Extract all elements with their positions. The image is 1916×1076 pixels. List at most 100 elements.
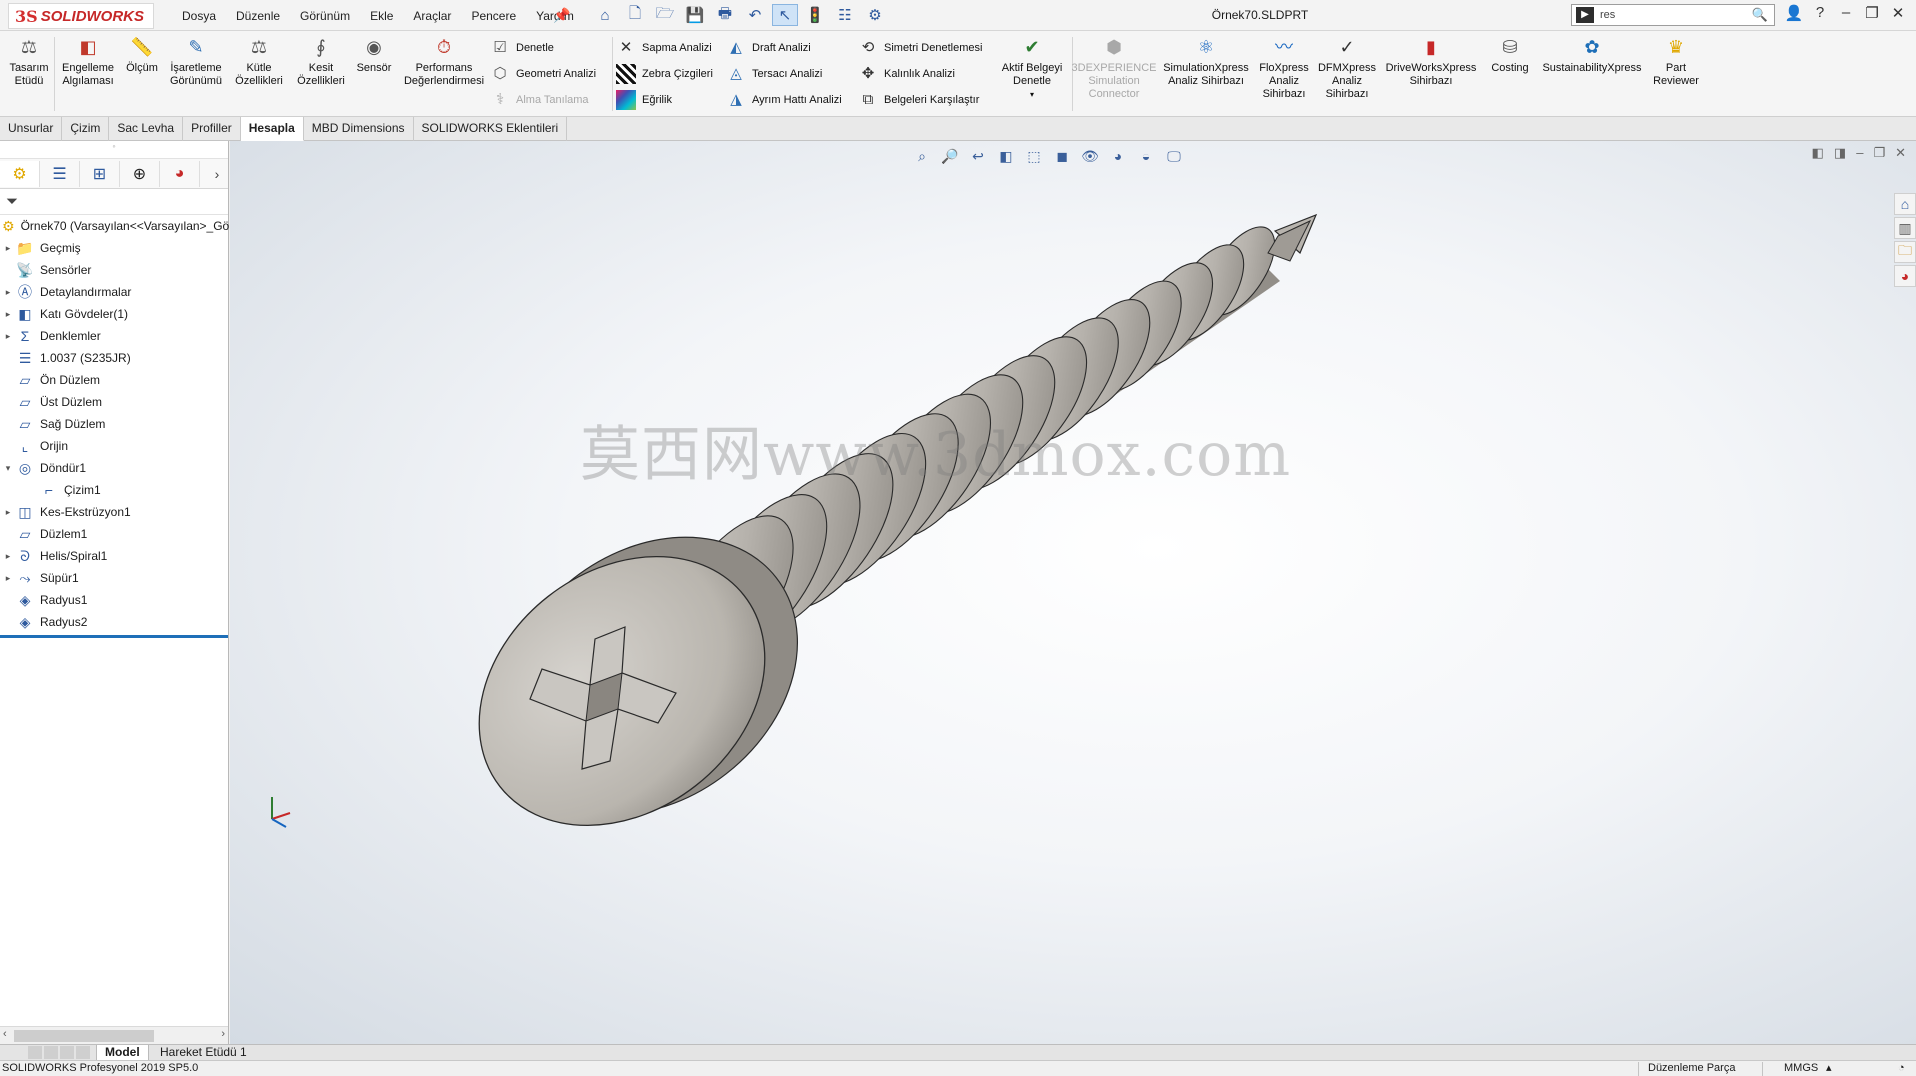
scroll-right-icon[interactable]: › xyxy=(221,1028,225,1040)
expand-arrow-icon[interactable]: ▸ xyxy=(0,551,16,562)
geometri-analizi-button[interactable]: ⬡ Geometri Analizi xyxy=(490,63,596,85)
tab-cizim[interactable]: Çizim xyxy=(62,117,110,141)
ayrim-hatti-button[interactable]: ◮ Ayrım Hattı Analizi xyxy=(726,89,841,111)
pin-menu-icon[interactable]: 📌 xyxy=(553,7,570,24)
tree-item[interactable]: ◈ Radyus2 xyxy=(0,611,228,633)
minimize-icon[interactable]: – xyxy=(1836,4,1856,22)
first-tab-icon[interactable] xyxy=(28,1046,42,1059)
sustainabilityxpress-button[interactable]: ✿ SustainabilityXpress xyxy=(1540,35,1644,113)
select-cursor-icon[interactable]: ↖ xyxy=(772,4,798,26)
tree-item[interactable]: ▸ Ⓐ Detaylandırmalar xyxy=(0,281,228,303)
featuremanager-tab-icon[interactable]: ⚙ xyxy=(0,160,40,187)
expand-arrow-icon[interactable]: ▾ xyxy=(0,463,16,474)
engelleme-button[interactable]: ◧ Engelleme Algılaması xyxy=(58,35,118,113)
tab-profiller[interactable]: Profiller xyxy=(183,117,241,141)
file-properties-icon[interactable]: ☷ xyxy=(832,4,858,26)
dropdown-arrow-icon[interactable]: ▾ xyxy=(1030,88,1034,101)
sensor-button[interactable]: ◉ Sensör xyxy=(352,35,396,113)
aktif-belgeyi-denetle-button[interactable]: ✔ Aktif Belgeyi Denetle ▾ xyxy=(996,35,1068,113)
magnifier-icon[interactable]: 🔍 xyxy=(1752,7,1768,23)
options-gear-icon[interactable]: ⚙ xyxy=(862,4,888,26)
tasarim-etudu-button[interactable]: ⚖ Tasarım Etüdü xyxy=(8,35,50,113)
expand-arrow-icon[interactable]: ▸ xyxy=(0,573,16,584)
previous-tab-icon[interactable] xyxy=(44,1046,58,1059)
tree-item[interactable]: ▸ 📁 Geçmiş xyxy=(0,237,228,259)
reference-triad[interactable] xyxy=(260,791,300,831)
expand-arrow-icon[interactable]: ▸ xyxy=(0,287,16,298)
menu-ekle[interactable]: Ekle xyxy=(360,9,403,23)
unit-system[interactable]: MMGS xyxy=(1784,1061,1818,1076)
tree-item[interactable]: ☰ 1.0037 (S235JR) xyxy=(0,347,228,369)
tree-item[interactable]: ▸ ᘐ Helis/Spiral1 xyxy=(0,545,228,567)
costing-button[interactable]: ⛁ Costing xyxy=(1482,35,1538,113)
3dexperience-button[interactable]: ⬢ 3DEXPERIENCE Simulation Connector xyxy=(1072,35,1157,113)
tree-item[interactable]: ▸ Σ Denklemler xyxy=(0,325,228,347)
tab-solidworks-eklentileri[interactable]: SOLIDWORKS Eklentileri xyxy=(414,117,568,141)
screw-model[interactable] xyxy=(230,141,1916,1044)
rollback-bar[interactable] xyxy=(0,635,228,638)
unit-menu-icon[interactable]: ▴ xyxy=(1826,1061,1832,1076)
home-icon[interactable]: ⌂ xyxy=(592,4,618,26)
sapma-analizi-button[interactable]: ✕ Sapma Analizi xyxy=(616,37,712,59)
floxpress-button[interactable]: 〰 FloXpress Analiz Sihirbazı xyxy=(1256,35,1312,113)
tree-item[interactable]: ▱ Sağ Düzlem xyxy=(0,413,228,435)
menu-araclar[interactable]: Araçlar xyxy=(403,9,461,23)
displaymanager-tab-icon[interactable]: ◕ xyxy=(160,160,200,187)
propertymanager-tab-icon[interactable]: ☰ xyxy=(40,160,80,187)
tab-mbd-dimensions[interactable]: MBD Dimensions xyxy=(304,117,414,141)
belgeleri-karsilastir-button[interactable]: ⧉ Belgeleri Karşılaştır xyxy=(858,89,980,111)
user-icon[interactable]: 👤 xyxy=(1784,4,1804,22)
solidworks-logo[interactable]: 3S SOLIDWORKS xyxy=(8,3,154,29)
chevron-right-icon[interactable]: › xyxy=(206,166,228,182)
panel-horizontal-scrollbar[interactable]: ‹ › xyxy=(0,1026,228,1044)
save-icon[interactable]: 💾 xyxy=(682,4,708,26)
tree-item[interactable]: ⌐ Çizim1 xyxy=(0,479,228,501)
tree-item[interactable]: ▸ ⤳ Süpür1 xyxy=(0,567,228,589)
scroll-left-icon[interactable]: ‹ xyxy=(3,1028,7,1040)
undo-icon[interactable]: ↶ xyxy=(742,4,768,26)
menu-pencere[interactable]: Pencere xyxy=(461,9,526,23)
olcum-button[interactable]: 📏 Ölçüm xyxy=(122,35,162,113)
denetle-button[interactable]: ☑ Denetle xyxy=(490,37,554,59)
tab-hareket-etudu[interactable]: Hareket Etüdü 1 xyxy=(152,1045,255,1061)
expand-arrow-icon[interactable]: ▸ xyxy=(0,243,16,254)
configurationmanager-tab-icon[interactable]: ⊞ xyxy=(80,160,120,187)
kutle-button[interactable]: ⚖ Kütle Özellikleri xyxy=(230,35,288,113)
graphics-viewport[interactable]: ⌕ 🔎 ↩ ◧ ⬚ ◼ 👁 ◕ ◒ 🖵 ◧ ◨ – ❐ ✕ ⌂ ▥ 🗀 ◕ 莫西… xyxy=(230,141,1916,1044)
zebra-cizgileri-button[interactable]: Zebra Çizgileri xyxy=(616,63,713,85)
kalinlik-analizi-button[interactable]: ✥ Kalınlık Analizi xyxy=(858,63,955,85)
tree-item[interactable]: ⌞ Orijin xyxy=(0,435,228,457)
kesit-button[interactable]: ∮ Kesit Özellikleri xyxy=(292,35,350,113)
performans-button[interactable]: ⏱ Performans Değerlendirmesi xyxy=(398,35,490,113)
new-document-icon[interactable]: 🗋 xyxy=(622,4,648,26)
help-icon[interactable]: ? xyxy=(1810,4,1830,22)
tree-item[interactable]: 📡 Sensörler xyxy=(0,259,228,281)
tersaci-analizi-button[interactable]: ◬ Tersacı Analizi xyxy=(726,63,822,85)
search-box[interactable]: ▶ 🔍 xyxy=(1571,4,1775,26)
scroll-thumb[interactable] xyxy=(14,1030,154,1042)
egrilik-button[interactable]: Eğrilik xyxy=(616,89,672,111)
menu-dosya[interactable]: Dosya xyxy=(172,9,226,23)
tree-item[interactable]: ▸ ◫ Kes-Ekstrüzyon1 xyxy=(0,501,228,523)
tab-model[interactable]: Model xyxy=(96,1045,149,1061)
dimxpertmanager-tab-icon[interactable]: ⊕ xyxy=(120,160,160,187)
menu-gorunum[interactable]: Görünüm xyxy=(290,9,360,23)
menu-duzenle[interactable]: Düzenle xyxy=(226,9,290,23)
part-reviewer-button[interactable]: ♛ Part Reviewer xyxy=(1648,35,1704,113)
tree-item[interactable]: ▾ ◎ Döndür1 xyxy=(0,457,228,479)
traffic-light-icon[interactable]: 🚦 xyxy=(802,4,828,26)
tree-item[interactable]: ▱ Ön Düzlem xyxy=(0,369,228,391)
next-tab-icon[interactable] xyxy=(60,1046,74,1059)
alma-tanilama-button[interactable]: ⚕ Alma Tanılama xyxy=(490,89,589,111)
tree-item[interactable]: ▱ Üst Düzlem xyxy=(0,391,228,413)
command-search-icon[interactable]: ▶ xyxy=(1576,7,1594,23)
driveworksxpress-button[interactable]: ▮ DriveWorksXpress Sihirbazı xyxy=(1382,35,1480,113)
tree-item[interactable]: ▸ ◧ Katı Gövdeler(1) xyxy=(0,303,228,325)
simulationxpress-button[interactable]: ⚛ SimulationXpress Analiz Sihirbazı xyxy=(1158,35,1254,113)
tree-item[interactable]: ▱ Düzlem1 xyxy=(0,523,228,545)
notification-icon[interactable]: ◔ xyxy=(1898,1061,1905,1076)
tab-unsurlar[interactable]: Unsurlar xyxy=(0,117,63,141)
expand-arrow-icon[interactable]: ▸ xyxy=(0,331,16,342)
draft-analizi-button[interactable]: ◭ Draft Analizi xyxy=(726,37,810,59)
filter-icon[interactable]: ⏷ xyxy=(0,189,228,215)
